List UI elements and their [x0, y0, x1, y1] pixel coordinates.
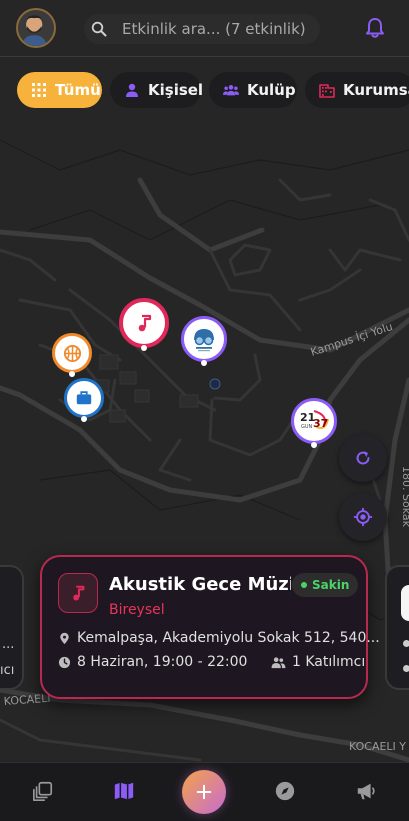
search-icon [91, 21, 107, 37]
event-title: Akustik Gece Müzi... [109, 574, 291, 595]
current-location-dot [209, 378, 221, 390]
side-card-text: ıcı [0, 663, 15, 678]
event-card-next[interactable] [385, 565, 409, 690]
map-label-sokak: 180. Sokak [400, 466, 409, 528]
filter-chip-label: Kişisel [148, 81, 204, 99]
top-divider [0, 56, 409, 57]
location-pin-icon [60, 632, 69, 644]
event-datetime-row: 8 Haziran, 19:00 - 22:00 [58, 654, 247, 670]
refresh-icon [356, 451, 370, 465]
refresh-button[interactable] [339, 434, 387, 482]
map-marker-music[interactable] [119, 298, 169, 351]
filter-chip-label: Kulüp [247, 81, 296, 99]
map-marker-event-logo[interactable]: 21 GUN 37 [291, 398, 337, 448]
avatar[interactable] [16, 8, 56, 48]
event-logo-icon: 21 GUN 37 [300, 410, 329, 430]
status-label: Sakin [312, 578, 350, 592]
search-input[interactable]: Etkinlik ara... (7 etkinlik) [122, 14, 306, 44]
map-marker-club-logo[interactable] [181, 316, 227, 366]
grid-icon [32, 83, 46, 97]
event-category: Bireysel [109, 602, 165, 618]
bell-icon[interactable] [364, 17, 386, 39]
svg-text:37: 37 [313, 417, 328, 430]
event-category-icon [58, 573, 98, 613]
person-icon [126, 83, 138, 97]
music-note-icon [73, 585, 85, 601]
stacked-cards-icon [33, 781, 53, 801]
club-logo-icon [194, 329, 214, 352]
map-marker-business[interactable] [64, 378, 104, 422]
nav-announcements[interactable] [352, 777, 380, 805]
side-card-dot [403, 665, 409, 672]
locate-me-button[interactable] [339, 493, 387, 541]
side-card-dot [403, 640, 409, 647]
filter-chip-label: Kurumsal [343, 81, 409, 99]
plus-icon [196, 784, 212, 800]
filter-chip-club[interactable]: Kulüp [209, 72, 297, 108]
nav-explore[interactable] [271, 777, 299, 805]
event-card-previous[interactable]: ... ıcı [0, 565, 24, 690]
event-card[interactable]: Akustik Gece Müzi... Bireysel Sakin Kema… [40, 555, 380, 699]
basketball-icon [63, 344, 81, 362]
map-icon [114, 782, 134, 800]
filter-chip-all[interactable]: Tümü [17, 72, 102, 108]
event-address-row: Kemalpaşa, Akademiyolu Sokak 512, 540... [58, 630, 380, 646]
event-datetime: 8 Haziran, 19:00 - 22:00 [77, 654, 248, 670]
side-card-text: ... [2, 637, 15, 652]
group-icon [223, 85, 239, 96]
filter-chip-label: Tümü [55, 81, 101, 99]
participants-icon [271, 656, 286, 668]
map-label-kocaeli-y: KOCAELI Y [349, 740, 406, 753]
filter-chip-personal[interactable]: Kişisel [110, 72, 204, 108]
briefcase-icon [76, 391, 92, 405]
nav-map[interactable] [110, 777, 138, 805]
search-bar[interactable]: Etkinlik ara... (7 etkinlik) [84, 14, 320, 44]
clock-icon [58, 656, 71, 668]
create-event-button[interactable] [182, 770, 226, 814]
megaphone-icon [357, 783, 375, 800]
event-address: Kemalpaşa, Akademiyolu Sokak 512, 540... [77, 630, 380, 646]
top-bar: Etkinlik ara... (7 etkinlik) [0, 0, 409, 58]
building-icon [319, 84, 335, 98]
crosshair-icon [353, 507, 373, 527]
filter-chip-corporate[interactable]: Kurumsal [305, 72, 409, 108]
status-badge: Sakin [292, 573, 359, 597]
event-participants-row: 1 Katılımcı [271, 654, 365, 670]
event-participants: 1 Katılımcı [292, 654, 366, 670]
map-marker-sport[interactable] [52, 333, 92, 377]
compass-icon [275, 781, 295, 801]
side-card-icon [401, 585, 409, 621]
nav-feed[interactable] [29, 777, 57, 805]
status-dot [301, 582, 307, 588]
music-note-icon [138, 314, 152, 332]
svg-text:GUN: GUN [301, 424, 313, 430]
